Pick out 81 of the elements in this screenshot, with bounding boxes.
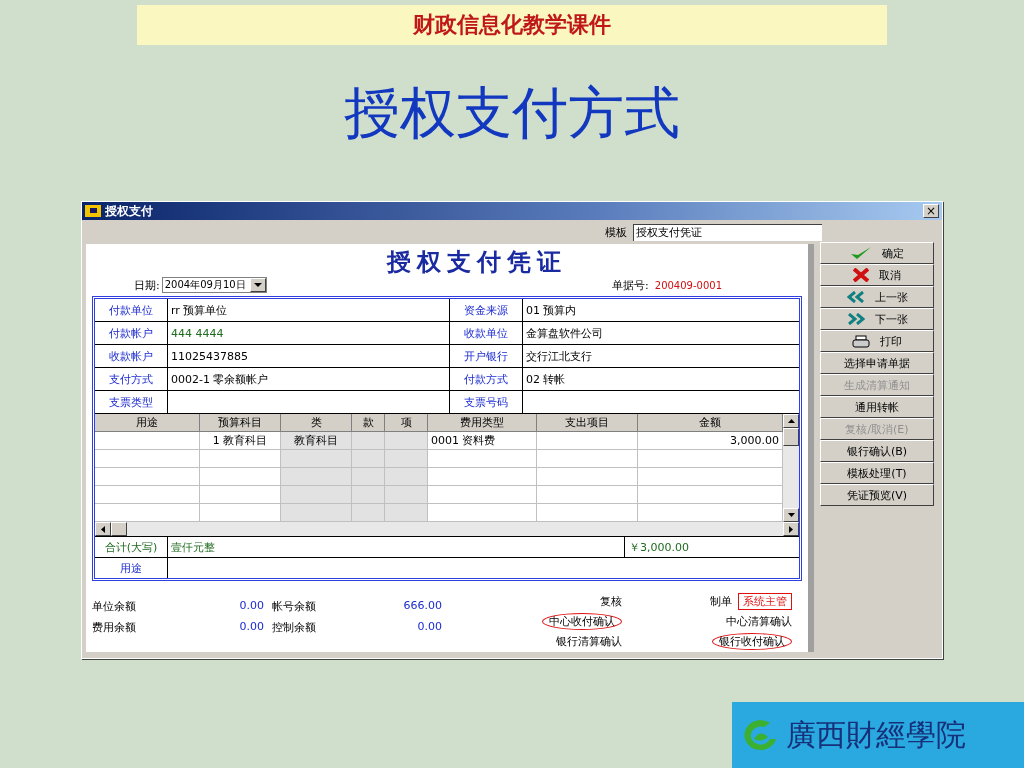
toolbar-button[interactable]: 上一张 <box>820 286 934 308</box>
printer-icon <box>852 334 870 348</box>
voucher-number: 200409-0001 <box>654 279 722 291</box>
balance-value: 0.00 <box>238 599 264 614</box>
toolbar-button[interactable]: 确定 <box>820 242 934 264</box>
purpose-label: 用途 <box>95 558 168 578</box>
table-cell: 0001 资料费 <box>427 431 537 450</box>
field-value: rr 预算单位 <box>168 299 450 321</box>
signature-label: 中心清算确认 <box>726 613 792 629</box>
date-dropdown[interactable]: 2004年09月10日 <box>161 277 267 293</box>
logo-text: 廣西財經學院 <box>786 715 966 754</box>
flag-icon <box>85 205 101 217</box>
field-value: 0002-1 零余额帐户 <box>168 368 450 390</box>
field-label: 收款帐户 <box>95 345 168 367</box>
field-label: 支票号码 <box>450 391 523 413</box>
field-value: 11025437885 <box>168 345 450 367</box>
balance-label: 单位余额 <box>92 599 137 614</box>
field-label: 开户银行 <box>450 345 523 367</box>
toolbar-button[interactable]: 通用转帐 <box>820 396 934 418</box>
column-header: 预算科目 <box>199 414 281 432</box>
field-value: 02 转帐 <box>525 371 567 388</box>
field-label: 资金来源 <box>450 299 523 321</box>
balance-value: 0.00 <box>416 620 442 635</box>
toolbar-button[interactable]: 凭证预览(V) <box>820 484 934 506</box>
column-header: 类 <box>280 414 352 432</box>
toolbar-button[interactable]: 取消 <box>820 264 934 286</box>
slide-banner: 财政信息化教学课件 <box>137 5 887 45</box>
field-value: 交行江北支行 <box>525 348 593 365</box>
column-header: 费用类型 <box>427 414 537 432</box>
signature-label: 银行清算确认 <box>556 633 622 649</box>
table-cell: 1 教育科目 <box>199 431 281 450</box>
signature-label: 复核 <box>600 593 622 609</box>
field-value: 金算盘软件公司 <box>525 325 604 342</box>
field-label: 支票类型 <box>95 391 168 413</box>
double-left-arrow-icon <box>846 291 865 303</box>
voucher-heading: 授权支付凭证 <box>385 246 568 276</box>
field-label: 收款单位 <box>450 322 523 344</box>
field-label: 付款帐户 <box>95 322 168 344</box>
field-label: 付款单位 <box>95 299 168 321</box>
field-value: 444 4444 <box>168 322 450 344</box>
balance-value: 0.00 <box>238 620 264 635</box>
cross-icon <box>853 268 869 282</box>
close-button[interactable]: × <box>923 204 939 218</box>
signer-name: 系统主管 <box>738 592 792 610</box>
signature-label: 制单 <box>710 593 732 609</box>
column-header: 金额 <box>637 414 783 432</box>
total-amount: ￥3,000.00 <box>624 537 799 557</box>
table-cell: 3,000.00 <box>637 431 783 450</box>
scroll-thumb[interactable] <box>111 522 127 536</box>
scroll-thumb[interactable] <box>783 428 799 446</box>
template-label: 模板 <box>605 224 627 240</box>
left-arrow-icon[interactable] <box>101 525 105 533</box>
toolbar-button[interactable]: 打印 <box>820 330 934 352</box>
date-label: 日期: <box>134 277 160 293</box>
column-header: 项 <box>384 414 428 432</box>
toolbar-button[interactable]: 下一张 <box>820 308 934 330</box>
balance-value: 666.00 <box>402 599 442 614</box>
down-arrow-icon[interactable] <box>787 513 795 517</box>
field-value: 01 预算内 <box>525 302 578 319</box>
up-arrow-icon[interactable] <box>787 419 795 423</box>
column-header: 用途 <box>95 414 200 432</box>
window-title: 授权支付 <box>105 202 153 220</box>
toolbar-button[interactable]: 模板处理(T) <box>820 462 934 484</box>
balance-label: 控制余额 <box>272 620 317 635</box>
horizontal-scrollbar[interactable] <box>95 522 799 536</box>
total-words: 壹仟元整 <box>170 539 216 556</box>
balance-label: 费用余额 <box>92 620 137 635</box>
column-header: 支出项目 <box>536 414 638 432</box>
template-field[interactable]: 授权支付凭证 <box>633 223 822 241</box>
total-label: 合计(大写) <box>95 537 168 557</box>
toolbar-button[interactable]: 选择申请单据 <box>820 352 934 374</box>
column-header: 款 <box>351 414 385 432</box>
vertical-scrollbar[interactable] <box>783 414 799 522</box>
number-label: 单据号: <box>612 277 649 293</box>
right-arrow-icon[interactable] <box>789 525 793 533</box>
field-label: 付款方式 <box>450 368 523 390</box>
slide-title: 授权支付方式 <box>344 79 680 147</box>
toolbar-button[interactable]: 银行确认(B) <box>820 440 934 462</box>
balance-label: 帐号余额 <box>272 599 317 614</box>
double-right-arrow-icon <box>846 313 865 325</box>
field-label: 支付方式 <box>95 368 168 390</box>
